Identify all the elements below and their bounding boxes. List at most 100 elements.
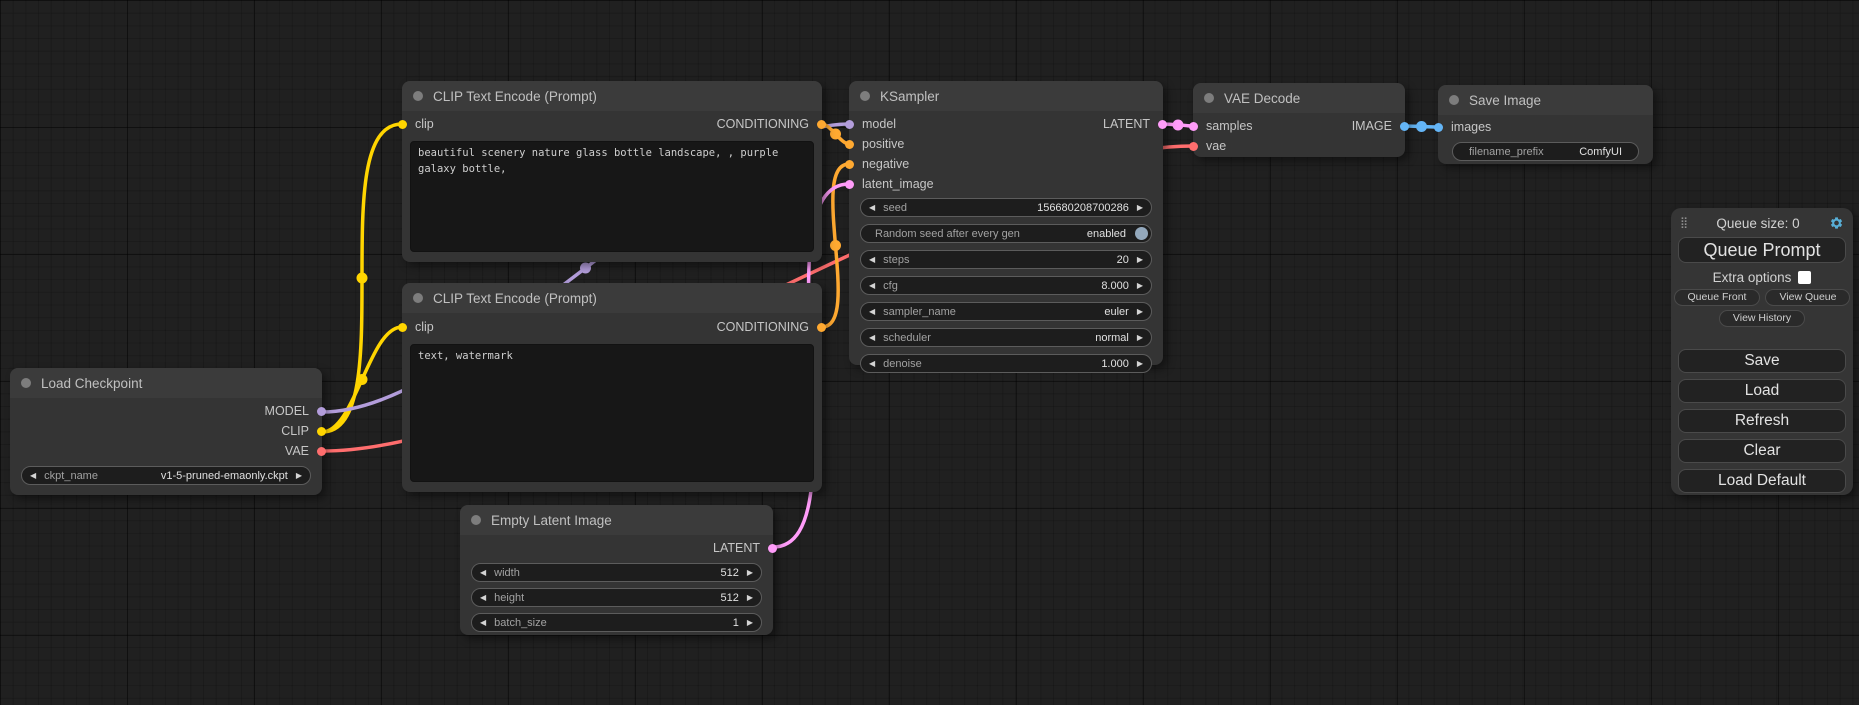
view-history-button[interactable]: View History [1719,310,1805,327]
node-save-image[interactable]: Save Image images filename_prefix ComfyU… [1438,85,1653,164]
next-arrow-icon[interactable]: ▶ [1129,329,1151,346]
ckpt-name-widget[interactable]: ◀ ckpt_name v1-5-pruned-emaonly.ckpt ▶ [21,466,311,485]
collapse-dot-icon[interactable] [21,378,31,388]
next-arrow-icon[interactable]: ▶ [739,589,761,606]
next-arrow-icon[interactable]: ▶ [739,614,761,631]
load-default-button[interactable]: Load Default [1678,469,1846,493]
batch-size-widget[interactable]: ◀ batch_size 1 ▶ [471,613,762,632]
output-port-clip[interactable] [317,427,326,436]
output-label-model: MODEL [265,404,309,418]
output-port-latent[interactable] [768,544,777,553]
denoise-widget[interactable]: ◀ denoise 1.000 ▶ [860,354,1152,373]
save-button[interactable]: Save [1678,349,1846,373]
input-port-model[interactable] [845,120,854,129]
sampler-name-widget[interactable]: ◀ sampler_name euler ▶ [860,302,1152,321]
node-title: Load Checkpoint [41,376,142,391]
input-port-negative[interactable] [845,160,854,169]
node-titlebar[interactable]: Empty Latent Image [460,505,773,535]
output-port-image[interactable] [1400,122,1409,131]
negative-prompt-textarea[interactable]: text, watermark [410,344,814,482]
next-arrow-icon[interactable]: ▶ [288,467,310,484]
settings-gear-icon[interactable] [1828,215,1844,231]
input-port-images[interactable] [1434,123,1443,132]
output-port-conditioning[interactable] [817,323,826,332]
prev-arrow-icon[interactable]: ◀ [472,564,494,581]
input-port-clip[interactable] [398,120,407,129]
collapse-dot-icon[interactable] [471,515,481,525]
input-port-clip[interactable] [398,323,407,332]
widget-value: 1.000 [1101,358,1129,370]
input-port-vae[interactable] [1189,142,1198,151]
node-vae-decode[interactable]: VAE Decode samples IMAGE vae [1193,83,1405,157]
output-label-latent: LATENT [713,541,760,555]
output-port-vae[interactable] [317,447,326,456]
seed-widget[interactable]: ◀ seed 156680208700286 ▶ [860,198,1152,217]
next-arrow-icon[interactable]: ▶ [739,564,761,581]
queue-panel[interactable]: ⣿ Queue size: 0 Queue Prompt Extra optio… [1671,208,1853,495]
collapse-dot-icon[interactable] [413,91,423,101]
filename-prefix-widget[interactable]: filename_prefix ComfyUI [1452,142,1639,161]
next-arrow-icon[interactable]: ▶ [1129,199,1151,216]
prev-arrow-icon[interactable]: ◀ [861,303,883,320]
cfg-widget[interactable]: ◀ cfg 8.000 ▶ [860,276,1152,295]
clear-button[interactable]: Clear [1678,439,1846,463]
view-queue-button[interactable]: View Queue [1765,289,1850,306]
collapse-dot-icon[interactable] [1204,93,1214,103]
refresh-button[interactable]: Refresh [1678,409,1846,433]
widget-label: seed [883,202,907,214]
widget-value: ComfyUI [1579,146,1622,158]
node-titlebar[interactable]: VAE Decode [1193,83,1405,113]
prev-arrow-icon[interactable]: ◀ [861,199,883,216]
prev-arrow-icon[interactable]: ◀ [861,355,883,372]
load-button[interactable]: Load [1678,379,1846,403]
node-titlebar[interactable]: Save Image [1438,85,1653,115]
collapse-dot-icon[interactable] [860,91,870,101]
collapse-dot-icon[interactable] [413,293,423,303]
next-arrow-icon[interactable]: ▶ [1129,303,1151,320]
node-titlebar[interactable]: CLIP Text Encode (Prompt) [402,81,822,111]
prev-arrow-icon[interactable]: ◀ [861,329,883,346]
steps-widget[interactable]: ◀ steps 20 ▶ [860,250,1152,269]
input-port-positive[interactable] [845,140,854,149]
prev-arrow-icon[interactable]: ◀ [861,277,883,294]
node-clip-text-encode-negative[interactable]: CLIP Text Encode (Prompt) clip CONDITION… [402,283,822,492]
prev-arrow-icon[interactable]: ◀ [472,589,494,606]
node-ksampler[interactable]: KSampler model LATENT positive negative … [849,81,1163,365]
node-titlebar[interactable]: CLIP Text Encode (Prompt) [402,283,822,313]
node-titlebar[interactable]: Load Checkpoint [10,368,322,398]
collapse-dot-icon[interactable] [1449,95,1459,105]
toggle-dot-icon[interactable] [1135,227,1148,240]
prev-arrow-icon[interactable]: ◀ [472,614,494,631]
output-port-latent[interactable] [1158,120,1167,129]
queue-prompt-button[interactable]: Queue Prompt [1678,237,1846,263]
next-arrow-icon[interactable]: ▶ [1129,355,1151,372]
width-widget[interactable]: ◀ width 512 ▶ [471,563,762,582]
queue-front-button[interactable]: Queue Front [1674,289,1761,306]
random-seed-toggle-widget[interactable]: Random seed after every gen enabled [860,224,1152,243]
extra-options-checkbox[interactable] [1798,271,1811,284]
output-port-model[interactable] [317,407,326,416]
node-title: CLIP Text Encode (Prompt) [433,291,597,306]
height-widget[interactable]: ◀ height 512 ▶ [471,588,762,607]
node-load-checkpoint[interactable]: Load Checkpoint MODEL CLIP VAE ◀ ckpt_na… [10,368,322,495]
drag-handle-icon[interactable]: ⣿ [1680,216,1688,230]
scheduler-widget[interactable]: ◀ scheduler normal ▶ [860,328,1152,347]
next-arrow-icon[interactable]: ▶ [1129,277,1151,294]
input-label-clip: clip [415,320,434,334]
widget-value: 512 [720,567,738,579]
node-clip-text-encode-positive[interactable]: CLIP Text Encode (Prompt) clip CONDITION… [402,81,822,262]
comfyui-canvas[interactable]: { "colors":{ "model":"#B39DDB","clip":"#… [0,0,1859,705]
output-port-conditioning[interactable] [817,120,826,129]
positive-prompt-textarea[interactable]: beautiful scenery nature glass bottle la… [410,141,814,252]
prev-arrow-icon[interactable]: ◀ [861,251,883,268]
input-port-samples[interactable] [1189,122,1198,131]
node-titlebar[interactable]: KSampler [849,81,1163,111]
widget-label: steps [883,254,909,266]
input-port-latent-image[interactable] [845,180,854,189]
prev-arrow-icon[interactable]: ◀ [22,467,44,484]
next-arrow-icon[interactable]: ▶ [1129,251,1151,268]
node-empty-latent-image[interactable]: Empty Latent Image LATENT ◀ width 512 ▶ … [460,505,773,635]
input-label-negative: negative [862,157,909,171]
node-title: Empty Latent Image [491,513,612,528]
input-label-samples: samples [1206,119,1253,133]
